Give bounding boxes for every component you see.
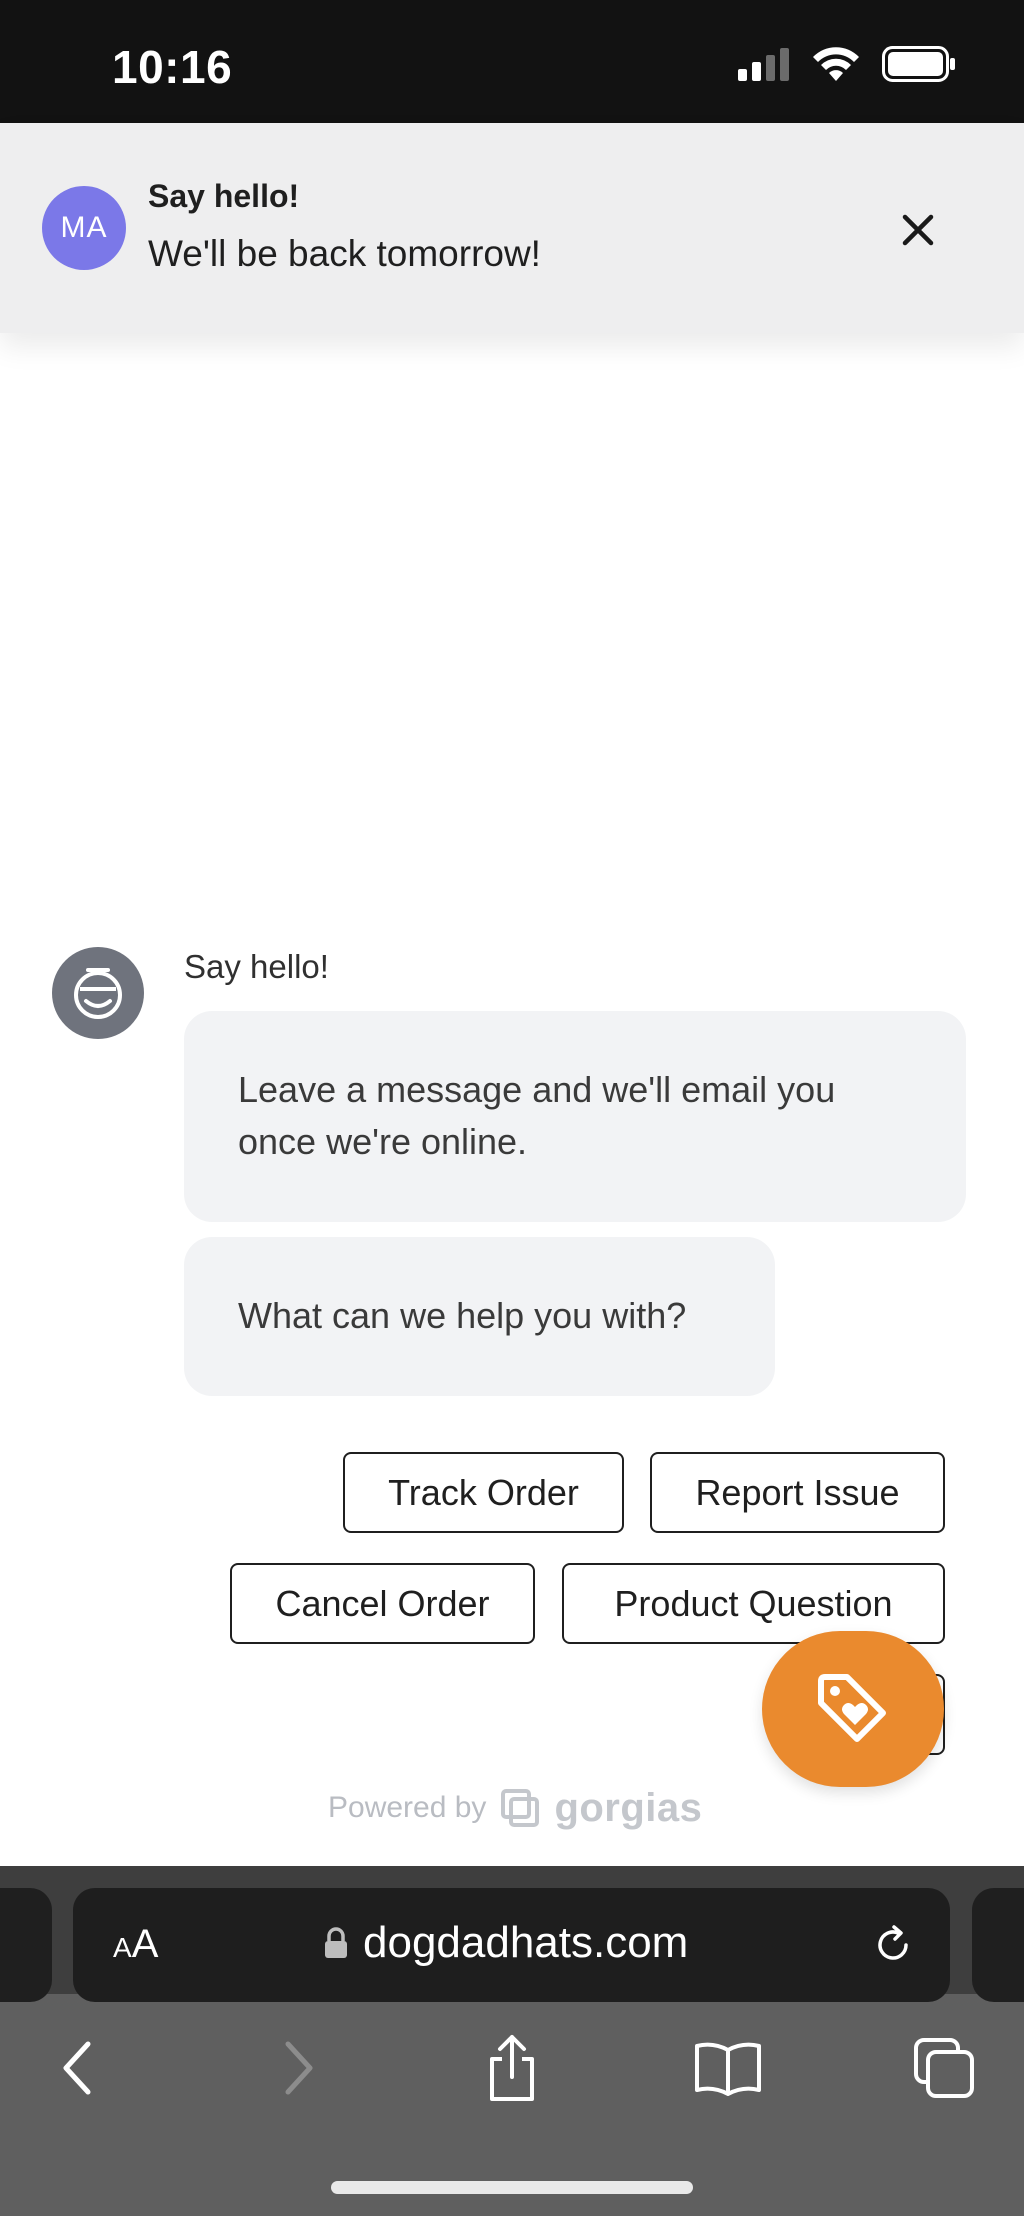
chat-message: What can we help you with? — [184, 1237, 775, 1396]
status-icons — [738, 46, 956, 82]
brand-name: gorgias — [554, 1785, 703, 1830]
notification-banner[interactable]: MA Say hello! We'll be back tomorrow! — [0, 123, 1024, 333]
tabs-icon — [914, 2038, 974, 2098]
forward-chevron-icon — [285, 2041, 313, 2095]
browser-chrome: AA dogdadhats.com — [0, 1866, 1024, 2216]
wifi-icon — [813, 47, 859, 81]
book-icon — [695, 2042, 761, 2096]
forward-button[interactable] — [258, 2028, 338, 2108]
reload-icon[interactable] — [870, 1922, 916, 1968]
status-bar: 10:16 — [0, 0, 1024, 123]
report-issue-button[interactable]: Report Issue — [650, 1452, 945, 1533]
url-text: dogdadhats.com — [363, 1918, 689, 1967]
back-button[interactable] — [38, 2028, 118, 2108]
lock-icon — [325, 1927, 347, 1958]
agent-avatar: MA — [42, 186, 126, 270]
close-icon[interactable] — [896, 208, 940, 252]
bot-name: Say hello! — [184, 948, 329, 985]
address-bar[interactable]: AA dogdadhats.com — [73, 1888, 950, 2002]
powered-by[interactable]: Powered by gorgias — [328, 1778, 702, 1838]
powered-by-label: Powered by — [328, 1791, 487, 1824]
product-question-button[interactable]: Product Question — [562, 1563, 945, 1644]
bookmarks-button[interactable] — [688, 2028, 768, 2108]
share-icon — [490, 2035, 534, 2101]
gorgias-logo-icon — [501, 1789, 540, 1827]
reader-small-a: A — [113, 1932, 132, 1963]
cancel-order-button[interactable]: Cancel Order — [230, 1563, 535, 1644]
chat-message: Leave a message and we'll email you once… — [184, 1011, 966, 1222]
notification-title: Say hello! — [148, 178, 300, 214]
notification-message: We'll be back tomorrow! — [148, 233, 541, 274]
tabs-button[interactable] — [904, 2028, 984, 2108]
url-display[interactable]: dogdadhats.com — [323, 1918, 688, 1968]
share-button[interactable] — [472, 2028, 552, 2108]
back-chevron-icon — [63, 2041, 91, 2095]
previous-tab-edge[interactable] — [0, 1888, 52, 2002]
tag-heart-icon — [818, 1674, 886, 1742]
next-tab-edge[interactable] — [972, 1888, 1024, 2002]
browser-address-area: AA dogdadhats.com — [0, 1866, 1024, 2002]
bot-avatar — [52, 947, 144, 1039]
reader-settings-button[interactable]: AA — [113, 1922, 158, 1967]
browser-toolbar — [0, 2016, 1024, 2126]
battery-icon — [882, 46, 955, 82]
status-time: 10:16 — [112, 41, 233, 93]
reader-large-a: A — [131, 1922, 159, 1966]
home-indicator[interactable] — [331, 2181, 693, 2194]
bot-face-icon — [74, 968, 122, 1019]
track-order-button[interactable]: Track Order — [343, 1452, 624, 1533]
cellular-signal-icon — [738, 48, 789, 81]
chat-launcher-button[interactable] — [762, 1631, 944, 1787]
